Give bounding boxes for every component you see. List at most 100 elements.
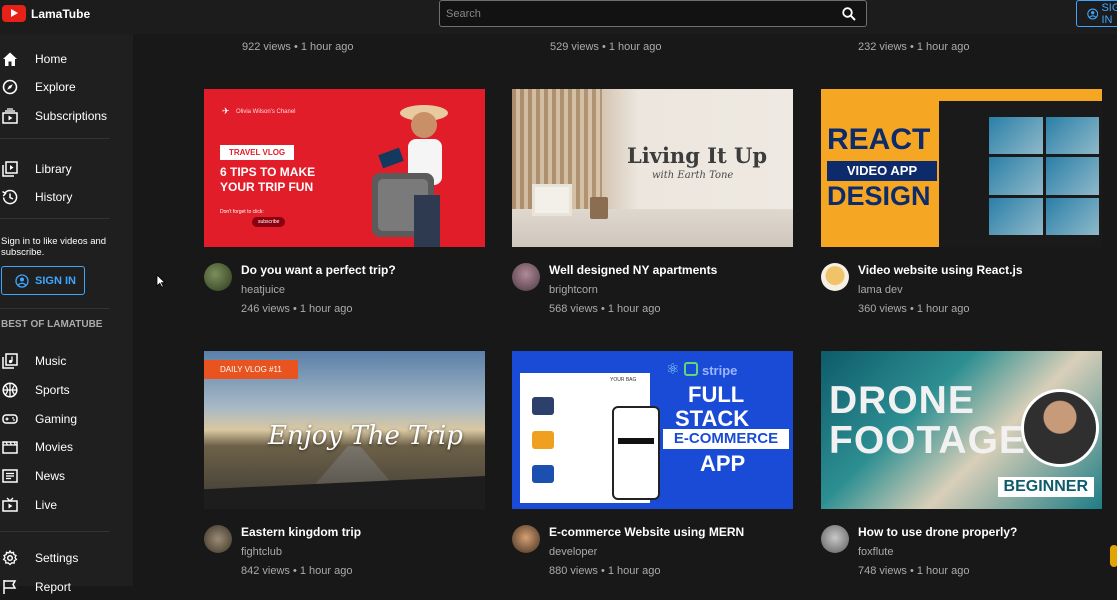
sidebar-item-report[interactable]: Report bbox=[0, 574, 133, 600]
video-card[interactable]: REACT VIDEO APP DESIGN Video website usi… bbox=[821, 89, 1102, 317]
video-title[interactable]: E-commerce Website using MERN bbox=[549, 525, 744, 539]
cart-mockup-title: YOUR BAG bbox=[610, 377, 637, 383]
sidebar-divider bbox=[0, 218, 110, 219]
account-icon bbox=[15, 273, 29, 288]
thumb-headline-band: E-COMMERCE bbox=[663, 429, 789, 449]
sidebar: Home Explore Subscriptions Library Histo… bbox=[0, 34, 133, 594]
video-thumbnail[interactable]: DRONE FOOTAGE BEGINNER bbox=[821, 351, 1102, 509]
sidebar-item-news[interactable]: News bbox=[0, 463, 133, 489]
video-title[interactable]: Video website using React.js bbox=[858, 263, 1023, 277]
thumb-headline: REACT bbox=[827, 123, 931, 156]
account-icon bbox=[1087, 8, 1099, 19]
video-card[interactable]: DAILY VLOG #11 Enjoy The Trip Eastern ki… bbox=[204, 351, 485, 579]
grid-tile bbox=[1045, 117, 1099, 155]
thumb-headline: 6 TIPS TO MAKE YOUR TRIP FUN bbox=[220, 165, 315, 195]
video-grid: 922 views • 1 hour ago 529 views • 1 hou… bbox=[133, 34, 1117, 586]
thumb-small-text: Don't forget to click: bbox=[220, 209, 264, 215]
video-card[interactable]: ✈ Olivia Wilson's Chanel TRAVEL VLOG 6 T… bbox=[204, 89, 485, 317]
thumb-headline: Living It Up bbox=[627, 143, 768, 168]
channel-name[interactable]: heatjuice bbox=[241, 284, 285, 296]
sidebar-item-gaming[interactable]: Gaming bbox=[0, 406, 133, 432]
avatar[interactable] bbox=[821, 263, 849, 291]
avatar[interactable] bbox=[512, 263, 540, 291]
search-input[interactable] bbox=[440, 7, 838, 20]
thumb-headline-line: YOUR TRIP FUN bbox=[220, 180, 314, 194]
thumb-headline: FULL bbox=[688, 382, 745, 407]
grid-tile bbox=[989, 157, 1043, 195]
app-name: LamaTube bbox=[31, 6, 91, 21]
channel-name[interactable]: fightclub bbox=[241, 546, 282, 558]
stripe-logo: stripe bbox=[702, 363, 738, 378]
thumb-headline: Enjoy The Trip bbox=[268, 421, 463, 451]
top-bar: LamaTube SIGN IN bbox=[0, 0, 1117, 34]
logo[interactable]: LamaTube bbox=[2, 5, 90, 22]
table-shape bbox=[590, 197, 608, 219]
movies-icon bbox=[2, 439, 18, 455]
video-info: How to use drone properly? foxflute 748 … bbox=[821, 509, 1102, 579]
sidebar-item-music[interactable]: Music bbox=[0, 348, 133, 374]
sidebar-item-label: Library bbox=[35, 162, 72, 176]
sidebar-divider bbox=[0, 531, 110, 532]
grid-tile bbox=[989, 117, 1043, 155]
signin-prompt: Sign in to like videos and subscribe. bbox=[1, 236, 107, 258]
video-meta: 529 views • 1 hour ago bbox=[550, 41, 662, 53]
video-title[interactable]: Well designed NY apartments bbox=[549, 263, 717, 277]
sidebar-item-label: Settings bbox=[35, 551, 79, 565]
channel-name[interactable]: brightcorn bbox=[549, 284, 598, 296]
thumb-headline: FOOTAGE bbox=[829, 419, 1026, 462]
video-info: Video website using React.js lama dev 36… bbox=[821, 247, 1102, 317]
channel-name[interactable]: lama dev bbox=[858, 284, 903, 296]
video-thumbnail[interactable]: ✈ Olivia Wilson's Chanel TRAVEL VLOG 6 T… bbox=[204, 89, 485, 247]
sidebar-item-sports[interactable]: Sports bbox=[0, 377, 133, 403]
mouse-cursor-icon bbox=[156, 274, 166, 288]
video-title[interactable]: How to use drone properly? bbox=[858, 525, 1017, 539]
video-thumbnail[interactable]: Living It Up with Earth Tone bbox=[512, 89, 793, 247]
video-info: Do you want a perfect trip? heatjuice 24… bbox=[204, 247, 485, 317]
sidebar-item-live[interactable]: Live bbox=[0, 492, 133, 518]
sidebar-item-label: News bbox=[35, 469, 66, 483]
video-info: Eastern kingdom trip fightclub 842 views… bbox=[204, 509, 485, 579]
video-thumbnail[interactable]: YOUR BAG ⚛ stripe FULL STACK E-COMMERCE … bbox=[512, 351, 793, 509]
library-icon bbox=[2, 161, 18, 177]
sidebar-item-label: Gaming bbox=[35, 412, 78, 426]
sidebar-item-explore[interactable]: Explore bbox=[0, 74, 133, 100]
video-thumbnail[interactable]: REACT VIDEO APP DESIGN bbox=[821, 89, 1102, 247]
channel-name[interactable]: foxflute bbox=[858, 546, 893, 558]
sidebar-item-library[interactable]: Library bbox=[0, 156, 133, 182]
video-info: Well designed NY apartments brightcorn 5… bbox=[512, 247, 793, 317]
presenter-portrait bbox=[1021, 389, 1099, 467]
signin-button-top[interactable]: SIGN IN bbox=[1076, 0, 1117, 27]
signin-button[interactable]: SIGN IN bbox=[1, 266, 85, 295]
sidebar-item-home[interactable]: Home bbox=[0, 46, 133, 72]
avatar[interactable] bbox=[821, 525, 849, 553]
sidebar-item-label: Explore bbox=[35, 80, 76, 94]
grid-tile bbox=[1045, 197, 1099, 235]
video-card[interactable]: Living It Up with Earth Tone Well design… bbox=[512, 89, 793, 317]
avatar[interactable] bbox=[204, 525, 232, 553]
sidebar-item-movies[interactable]: Movies bbox=[0, 434, 133, 460]
gaming-icon bbox=[2, 411, 18, 427]
thumb-badge: BEGINNER bbox=[997, 477, 1094, 497]
video-title[interactable]: Do you want a perfect trip? bbox=[241, 263, 396, 277]
video-title[interactable]: Eastern kingdom trip bbox=[241, 525, 361, 539]
section-title: BEST OF LAMATUBE bbox=[1, 319, 103, 330]
video-meta: 360 views • 1 hour ago bbox=[858, 303, 970, 315]
search-bar bbox=[439, 0, 867, 27]
video-card[interactable]: YOUR BAG ⚛ stripe FULL STACK E-COMMERCE … bbox=[512, 351, 793, 579]
search-icon[interactable] bbox=[838, 3, 860, 25]
video-meta: 922 views • 1 hour ago bbox=[242, 41, 354, 53]
avatar[interactable] bbox=[204, 263, 232, 291]
sidebar-item-history[interactable]: History bbox=[0, 184, 133, 210]
floating-indicator bbox=[1110, 545, 1117, 567]
thumb-badge: TRAVEL VLOG bbox=[220, 145, 295, 160]
video-card[interactable]: DRONE FOOTAGE BEGINNER How to use drone … bbox=[821, 351, 1102, 579]
sidebar-item-settings[interactable]: Settings bbox=[0, 545, 133, 571]
sidebar-item-label: Subscriptions bbox=[35, 109, 108, 123]
avatar[interactable] bbox=[512, 525, 540, 553]
channel-name[interactable]: developer bbox=[549, 546, 597, 558]
video-thumbnail[interactable]: DAILY VLOG #11 Enjoy The Trip bbox=[204, 351, 485, 509]
subscriptions-icon bbox=[2, 108, 18, 124]
grid-tile bbox=[1045, 157, 1099, 195]
sidebar-item-subscriptions[interactable]: Subscriptions bbox=[0, 103, 133, 129]
sidebar-item-label: Music bbox=[35, 354, 67, 368]
